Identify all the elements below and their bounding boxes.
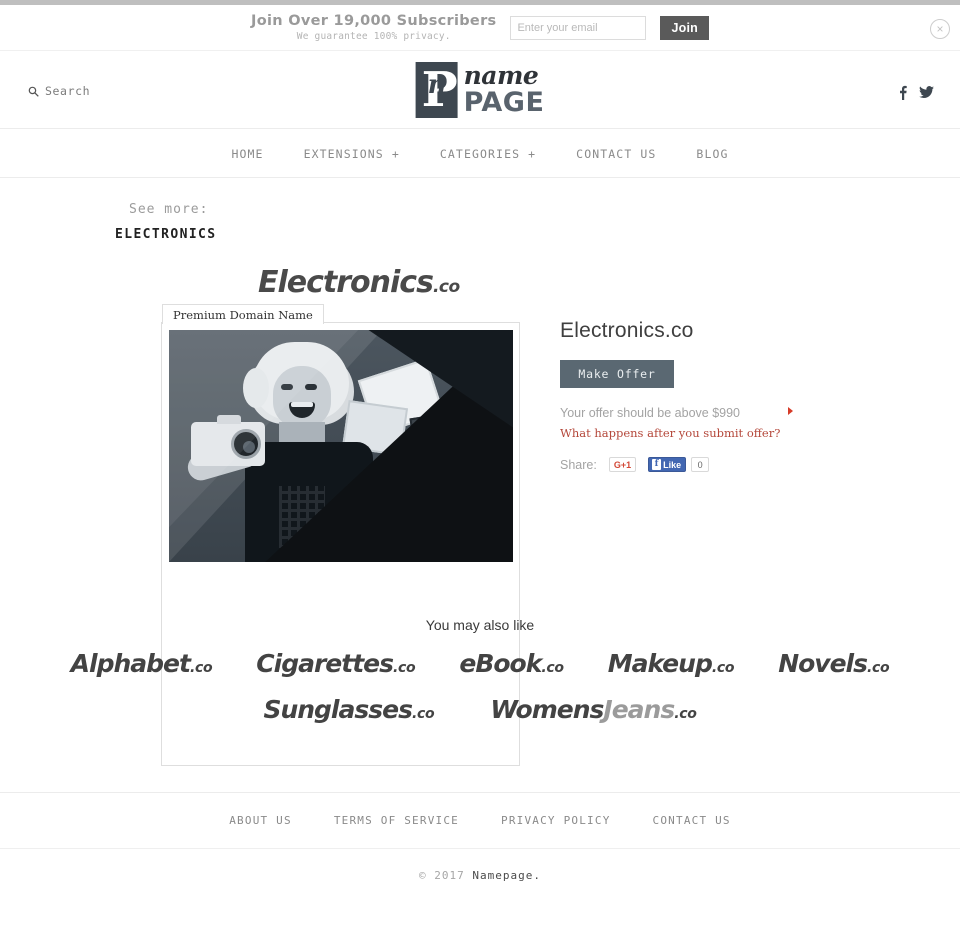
related-domain-name: Womens bbox=[490, 695, 604, 724]
google-plus-one-button[interactable]: G+1 bbox=[608, 457, 637, 472]
copyright-prefix: © 2017 bbox=[419, 869, 473, 882]
subscribe-bar: Join Over 19,000 Subscribers We guarante… bbox=[0, 5, 960, 51]
related-domain-alphabet[interactable]: Alphabet.co bbox=[71, 649, 213, 678]
footer-link-terms-of-service[interactable]: TERMS OF SERVICE bbox=[334, 814, 459, 827]
related-domains-row-1: Alphabet.co Cigarettes.co eBook.co Makeu… bbox=[0, 649, 960, 678]
product-detail: Electronics.co Make Offer Your offer sho… bbox=[560, 319, 810, 472]
related-domain-tld: .co bbox=[674, 706, 697, 722]
subscribe-headline: Join Over 19,000 Subscribers bbox=[251, 12, 497, 29]
search-label: Search bbox=[45, 84, 91, 98]
related-domain-tld: .co bbox=[189, 660, 213, 676]
related-domain-cigarettes[interactable]: Cigarettes.co bbox=[256, 649, 415, 678]
related-domain-novels[interactable]: Novels.co bbox=[778, 649, 889, 678]
related-domains-row-2: Sunglasses.co WomensJeans.co bbox=[0, 695, 960, 724]
photo-eye-right bbox=[305, 384, 317, 390]
join-button[interactable]: Join bbox=[660, 16, 709, 40]
related-domain-name: eBook bbox=[459, 649, 542, 678]
related-domain-tld: .co bbox=[711, 660, 735, 676]
nav-item-blog[interactable]: BLOG bbox=[696, 147, 728, 161]
nav-item-home[interactable]: HOME bbox=[231, 147, 263, 161]
logo-page-text: PAGE bbox=[463, 87, 545, 118]
related-domain-name: Sunglasses bbox=[263, 695, 413, 724]
facebook-icon: f bbox=[652, 459, 662, 470]
share-label: Share: bbox=[560, 457, 597, 472]
related-domain-sunglasses[interactable]: Sunglasses.co bbox=[263, 695, 434, 724]
offer-minimum-note: Your offer should be above $990 bbox=[560, 404, 793, 422]
facebook-like-button[interactable]: f Like bbox=[648, 457, 687, 472]
nav-item-contact-us[interactable]: CONTACT US bbox=[576, 147, 656, 161]
related-domain-name: Alphabet bbox=[70, 649, 191, 678]
copyright-brand: Namepage. bbox=[472, 869, 541, 882]
breadcrumb-category[interactable]: ELECTRONICS bbox=[115, 227, 217, 242]
also-like-title: You may also like bbox=[425, 617, 535, 633]
product-photo bbox=[169, 330, 513, 562]
footer-nav: ABOUT US TERMS OF SERVICE PRIVACY POLICY… bbox=[0, 792, 960, 849]
related-domain-makeup[interactable]: Makeup.co bbox=[607, 649, 735, 678]
related-domain-name: Makeup bbox=[607, 649, 713, 678]
twitter-icon[interactable] bbox=[919, 86, 934, 99]
related-domain-name-secondary: Jeans bbox=[603, 695, 675, 724]
close-icon[interactable]: × bbox=[930, 19, 950, 39]
related-domain-tld: .co bbox=[411, 706, 435, 722]
nav-item-extensions[interactable]: EXTENSIONS + bbox=[304, 147, 400, 161]
site-logo[interactable]: P n name PAGE bbox=[415, 62, 545, 118]
subscribe-subline: We guarantee 100% privacy. bbox=[296, 30, 451, 42]
footer-link-contact-us[interactable]: CONTACT US bbox=[653, 814, 731, 827]
arrow-right-icon bbox=[788, 407, 793, 415]
footer-link-about-us[interactable]: ABOUT US bbox=[229, 814, 292, 827]
logo-name-text: name bbox=[463, 61, 539, 90]
facebook-like-count: 0 bbox=[691, 457, 710, 472]
domain-wordmark: Electronics.co bbox=[258, 265, 460, 300]
facebook-icon[interactable] bbox=[899, 85, 907, 100]
search-button[interactable]: Search bbox=[28, 84, 90, 98]
related-domain-tld: .co bbox=[541, 660, 564, 676]
nav-item-categories[interactable]: CATEGORIES + bbox=[440, 147, 536, 161]
related-domain-name: Cigarettes bbox=[256, 649, 394, 678]
domain-wordmark-name: Electronics bbox=[258, 265, 434, 300]
search-icon bbox=[28, 86, 39, 97]
social-links bbox=[899, 85, 934, 100]
make-offer-button[interactable]: Make Offer bbox=[560, 360, 674, 388]
email-field[interactable] bbox=[510, 16, 647, 40]
facebook-like-widget: f Like 0 bbox=[648, 457, 710, 472]
copyright: © 2017 Namepage. bbox=[0, 869, 960, 882]
main-nav: HOME EXTENSIONS + CATEGORIES + CONTACT U… bbox=[0, 130, 960, 178]
related-domain-ebook[interactable]: eBook.co bbox=[459, 649, 564, 678]
site-header: Search P n name PAGE bbox=[0, 52, 960, 129]
related-domain-tld: .co bbox=[867, 660, 890, 676]
logo-letter-n: n bbox=[427, 70, 447, 100]
breadcrumb: See more: ELECTRONICS bbox=[115, 200, 217, 242]
logo-wordmark: name PAGE bbox=[464, 62, 545, 117]
facebook-like-label: Like bbox=[663, 459, 682, 470]
related-domain-tld: .co bbox=[393, 660, 416, 676]
domain-wordmark-tld: .co bbox=[432, 277, 460, 297]
page-title: Electronics.co bbox=[560, 319, 694, 342]
related-domain-womensjeans[interactable]: WomensJeans.co bbox=[490, 695, 697, 724]
photo-mouth bbox=[289, 402, 315, 418]
subscribe-text: Join Over 19,000 Subscribers We guarante… bbox=[251, 12, 497, 42]
page-root: Join Over 19,000 Subscribers We guarante… bbox=[0, 0, 960, 946]
footer-link-privacy-policy[interactable]: PRIVACY POLICY bbox=[501, 814, 611, 827]
premium-badge: Premium Domain Name bbox=[162, 304, 324, 324]
offer-minimum-text: Your offer should be above $990 bbox=[560, 406, 741, 420]
logo-monogram: P n bbox=[415, 62, 458, 118]
offer-info-link[interactable]: What happens after you submit offer? bbox=[560, 426, 810, 440]
related-domain-name: Novels bbox=[778, 649, 868, 678]
subscribe-inner: Join Over 19,000 Subscribers We guarante… bbox=[0, 5, 960, 51]
share-row: Share: G+1 f Like 0 bbox=[560, 457, 810, 472]
see-more-label: See more: bbox=[129, 202, 209, 217]
